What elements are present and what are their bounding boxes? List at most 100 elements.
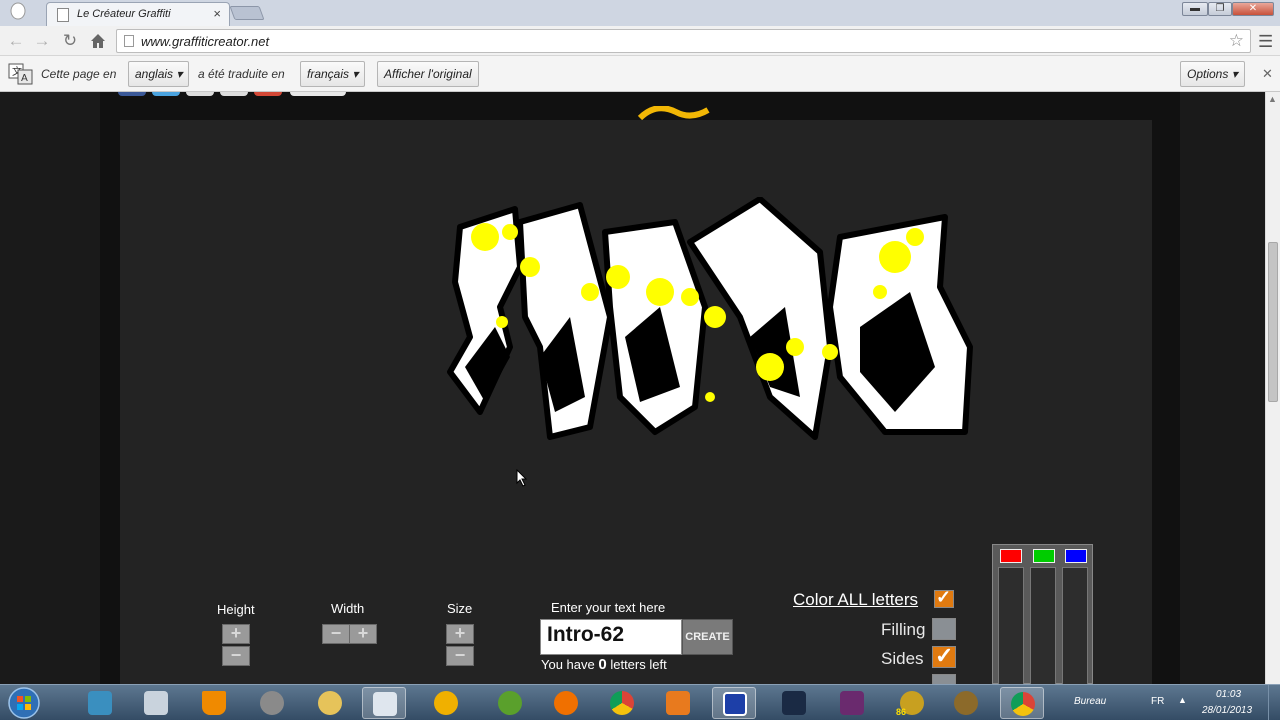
- tray-expand-icon[interactable]: ▲: [1178, 695, 1187, 705]
- share-icon[interactable]: [220, 92, 248, 96]
- close-window-button[interactable]: ✕: [1232, 2, 1274, 16]
- size-decrease-button[interactable]: −: [446, 646, 474, 666]
- taskbar-avast-app[interactable]: [544, 687, 588, 719]
- paint-splash: [704, 306, 726, 328]
- twitter-icon[interactable]: [152, 92, 180, 96]
- height-increase-button[interactable]: +: [222, 624, 250, 644]
- page-favicon-icon: [57, 8, 69, 22]
- blue-slider[interactable]: [1062, 567, 1088, 684]
- taskbar-network-app[interactable]: [78, 687, 122, 719]
- taskbar-utorrent-app[interactable]: [488, 687, 532, 719]
- taskbar-adsl-tv-app[interactable]: [772, 687, 816, 719]
- browser-toolbar: ← → ↻ www.graffiticreator.net ☆ ☰: [0, 26, 1280, 56]
- paint-splash: [906, 228, 924, 246]
- mouse-cursor-icon: [516, 469, 528, 487]
- reload-icon[interactable]: ↻: [60, 31, 80, 51]
- taskbar-badge-app[interactable]: [944, 687, 988, 719]
- browser-tab[interactable]: Le Créateur Graffiti ×: [46, 2, 230, 26]
- url-text[interactable]: www.graffiticreator.net: [141, 34, 269, 49]
- facebook-icon[interactable]: [118, 92, 146, 96]
- translate-close-icon[interactable]: ✕: [1262, 66, 1273, 82]
- chrome-icon: [610, 691, 634, 715]
- source-language-select[interactable]: anglais ▾: [128, 61, 190, 87]
- show-desktop-button[interactable]: [1268, 685, 1280, 720]
- enter-text-label: Enter your text here: [551, 600, 666, 615]
- target-language-label: français: [307, 67, 350, 81]
- red-swatch[interactable]: [1000, 549, 1022, 563]
- address-bar[interactable]: www.graffiticreator.net ☆: [116, 29, 1251, 53]
- graffiti-artwork: [447, 197, 973, 440]
- sides-checkbox[interactable]: ✓: [932, 643, 956, 668]
- graffiti-text-input[interactable]: Intro-62: [540, 619, 682, 655]
- show-original-button[interactable]: Afficher l'original: [377, 61, 479, 87]
- scroll-up-icon[interactable]: ▲: [1268, 94, 1277, 104]
- taskbar-chrome-active-app[interactable]: [1000, 687, 1044, 719]
- clock-time[interactable]: 01:03: [1216, 689, 1241, 700]
- desktop-toolbar-label[interactable]: Bureau: [1074, 696, 1106, 707]
- target-language-select[interactable]: français ▾: [300, 61, 366, 87]
- translate-options-button[interactable]: Options ▾: [1180, 61, 1245, 87]
- width-label: Width: [331, 601, 365, 616]
- red-slider[interactable]: [998, 567, 1024, 684]
- taskbar-calculator-app[interactable]: [134, 687, 178, 719]
- taskbar-media-player-app[interactable]: [656, 687, 700, 719]
- language-indicator[interactable]: FR: [1151, 696, 1164, 707]
- taskbar-document-app[interactable]: [362, 687, 406, 719]
- size-increase-button[interactable]: +: [446, 624, 474, 644]
- page-scrollbar[interactable]: ▲: [1265, 92, 1280, 684]
- filling-label: Filling: [881, 620, 926, 639]
- paint-splash: [471, 223, 499, 251]
- taskbar-microphone-app[interactable]: [250, 687, 294, 719]
- forward-arrow-icon[interactable]: →: [32, 31, 52, 51]
- blocks-checkbox[interactable]: [932, 674, 956, 684]
- share-icon[interactable]: [186, 92, 214, 96]
- taskbar-headphones-app[interactable]: [424, 687, 468, 719]
- scroll-thumb[interactable]: [1268, 242, 1278, 402]
- green-swatch[interactable]: [1033, 549, 1055, 563]
- minimize-button[interactable]: ▬: [1182, 2, 1208, 16]
- new-tab-button[interactable]: [229, 6, 265, 20]
- checkmark-icon: ✓: [935, 643, 954, 668]
- paint-splash: [822, 344, 838, 360]
- taskbar-paint-app[interactable]: [308, 687, 352, 719]
- profile-icon[interactable]: [8, 2, 28, 22]
- color-all-checkbox[interactable]: ✓: [934, 587, 954, 608]
- letters-left-counter: You have 0 letters left: [541, 656, 667, 673]
- screen-capture-icon: [723, 692, 747, 716]
- filling-checkbox[interactable]: [932, 618, 956, 640]
- width-increase-button[interactable]: +: [349, 624, 377, 644]
- tab-close-icon[interactable]: ×: [213, 6, 221, 21]
- page-icon: [124, 35, 134, 47]
- taskbar-capture-app[interactable]: [712, 687, 756, 719]
- title-bar: Le Créateur Graffiti × ▬ ❐ ✕: [0, 0, 1280, 26]
- green-slider[interactable]: [1030, 567, 1056, 684]
- taskbar-vlc-app[interactable]: [192, 687, 236, 719]
- bookmark-star-icon[interactable]: ☆: [1229, 31, 1244, 51]
- width-decrease-button[interactable]: −: [322, 624, 350, 644]
- calculator-icon: [144, 691, 168, 715]
- taskbar-chrome-app[interactable]: [600, 687, 644, 719]
- vlc-icon: [202, 691, 226, 715]
- social-buttons-strip: [118, 92, 358, 98]
- options-label: Options: [1187, 67, 1229, 81]
- chevron-down-icon: ▾: [1231, 67, 1238, 81]
- maximize-button[interactable]: ❐: [1208, 2, 1232, 16]
- chrome-menu-icon[interactable]: ☰: [1258, 32, 1273, 52]
- svg-text:A: A: [21, 73, 28, 84]
- create-button[interactable]: CREATE: [682, 619, 733, 655]
- web-page: Height + − Width − + Size + − Enter your…: [0, 92, 1265, 684]
- taskbar-tool-app[interactable]: 86: [890, 687, 934, 719]
- paint-splash: [786, 338, 804, 356]
- start-button[interactable]: [4, 685, 44, 720]
- taskbar-game-app[interactable]: [830, 687, 874, 719]
- clock-date[interactable]: 28/01/2013: [1202, 705, 1252, 716]
- share-counter-icon[interactable]: [290, 92, 346, 96]
- home-icon[interactable]: [88, 31, 108, 51]
- translate-bar: 文 A Cette page en anglais ▾ a été tradui…: [0, 56, 1280, 92]
- paint-splash: [705, 392, 715, 402]
- back-arrow-icon[interactable]: ←: [6, 31, 26, 51]
- google-plus-icon[interactable]: [254, 92, 282, 96]
- color-all-letters-link[interactable]: Color ALL letters: [793, 590, 918, 610]
- height-decrease-button[interactable]: −: [222, 646, 250, 666]
- blue-swatch[interactable]: [1065, 549, 1087, 563]
